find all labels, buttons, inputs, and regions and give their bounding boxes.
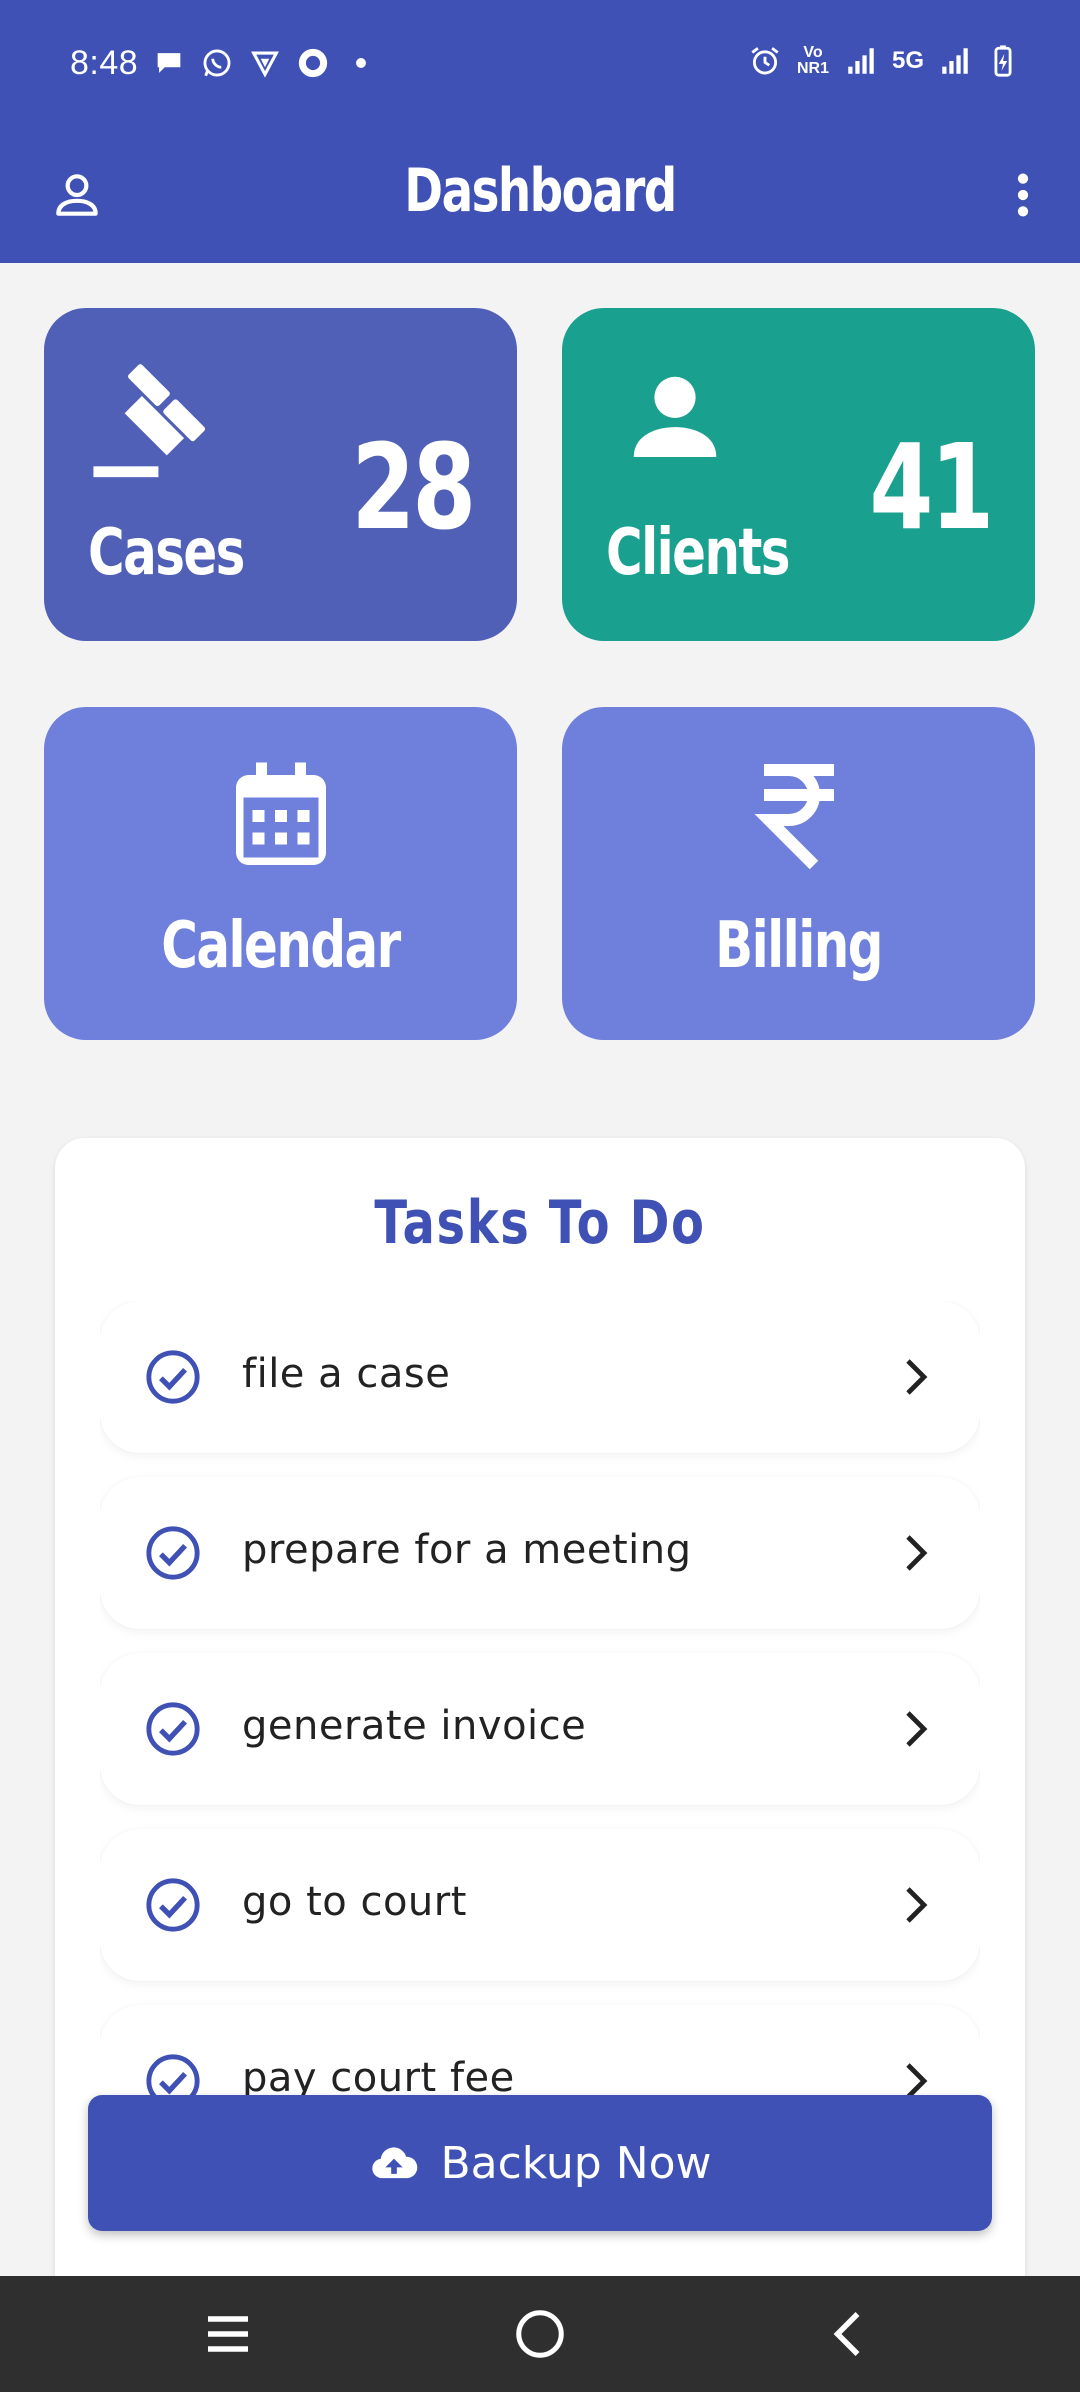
check-circle-icon	[146, 1702, 200, 1756]
task-item[interactable]: go to court	[100, 1829, 980, 1981]
chevron-right-icon	[906, 1711, 928, 1747]
alarm-icon	[748, 44, 782, 78]
task-label: go to court	[242, 1879, 467, 1925]
home-circle-icon	[516, 2310, 564, 2358]
recents-button[interactable]	[198, 2304, 258, 2364]
cloud-upload-icon	[372, 2147, 418, 2179]
chat-bubble-icon	[152, 46, 186, 80]
task-label: generate invoice	[242, 1703, 587, 1749]
chevron-right-icon	[906, 1535, 928, 1571]
task-item[interactable]: generate invoice	[100, 1653, 980, 1805]
top-bar: 8:48 Vo NR1 5G Dashboard	[0, 0, 1080, 263]
whatsapp-icon	[200, 46, 234, 80]
task-item[interactable]: file a case	[100, 1301, 980, 1453]
tasks-title: Tasks To Do	[374, 1188, 706, 1258]
status-time: 8:48	[70, 44, 139, 82]
cases-count: 28	[351, 418, 476, 556]
signal-icon	[938, 44, 972, 78]
backup-label: Backup Now	[440, 2137, 712, 2189]
clients-tile[interactable]: Clients 41	[562, 308, 1035, 641]
status-right-icons: Vo NR1 5G	[748, 44, 1020, 78]
clients-label: Clients	[606, 516, 790, 590]
person-icon	[633, 376, 717, 457]
record-circle-icon	[296, 46, 330, 80]
chevron-right-icon	[906, 1887, 928, 1923]
network-type: 5G	[891, 47, 924, 74]
battery-charging-icon	[986, 44, 1020, 78]
check-circle-icon	[146, 1526, 200, 1580]
back-button[interactable]	[820, 2304, 880, 2364]
calendar-label: Calendar	[161, 909, 401, 983]
chevron-right-icon	[906, 1359, 928, 1395]
profile-button[interactable]	[32, 150, 122, 240]
task-label: file a case	[242, 1351, 451, 1397]
app-root: 8:48 Vo NR1 5G Dashboard Cases 28 Client…	[0, 0, 1080, 2392]
vo-label: Vo	[803, 44, 823, 61]
gavel-icon	[93, 364, 206, 478]
task-label: prepare for a meeting	[242, 1527, 692, 1573]
person-outline-icon	[56, 174, 98, 216]
rupee-icon	[754, 764, 834, 870]
app-bar: Dashboard	[0, 130, 1080, 263]
vpn-shield-icon	[248, 46, 282, 80]
home-button[interactable]	[510, 2304, 570, 2364]
backup-now-button[interactable]: Backup Now	[88, 2095, 992, 2231]
task-item[interactable]: prepare for a meeting	[100, 1477, 980, 1629]
clients-count: 41	[869, 418, 994, 556]
back-chevron-icon	[833, 2312, 860, 2356]
cases-tile[interactable]: Cases 28	[44, 308, 517, 641]
check-circle-icon	[146, 1350, 200, 1404]
calendar-icon	[235, 762, 326, 865]
more-options-button[interactable]	[978, 150, 1068, 240]
check-circle-icon	[146, 1878, 200, 1932]
page-title: Dashboard	[404, 156, 677, 226]
billing-tile[interactable]: Billing	[562, 707, 1035, 1040]
calendar-tile[interactable]: Calendar	[44, 707, 517, 1040]
billing-label: Billing	[715, 909, 883, 983]
more-vert-icon	[1017, 173, 1029, 217]
volte-icon: Vo NR1	[796, 44, 830, 78]
status-left-icons	[152, 46, 378, 80]
system-nav-bar	[0, 2276, 1080, 2392]
cases-label: Cases	[88, 516, 245, 590]
recents-icon	[208, 2316, 248, 2352]
status-bar: 8:48 Vo NR1 5G	[0, 0, 1080, 130]
nr-label: NR1	[796, 60, 829, 77]
dot-icon	[344, 46, 378, 80]
signal-icon	[844, 44, 878, 78]
